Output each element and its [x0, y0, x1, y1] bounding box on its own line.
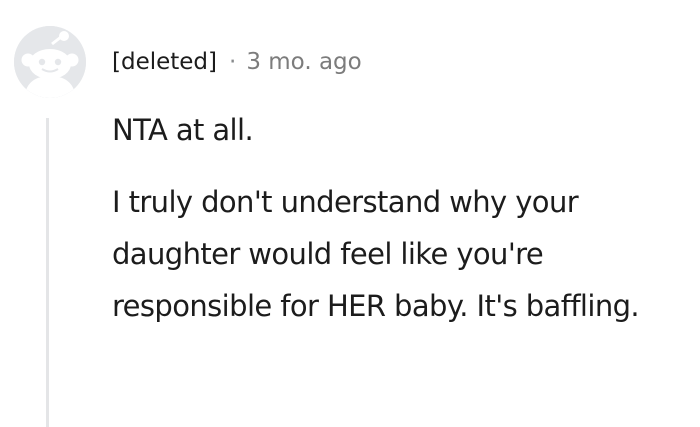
comment: [deleted] · 3 mo. ago NTA at all. I trul… — [0, 0, 700, 427]
avatar[interactable] — [14, 26, 86, 98]
meta-separator: · — [229, 49, 237, 75]
comment-body: NTA at all. I truly don't understand why… — [112, 104, 700, 332]
comment-paragraph: NTA at all. — [112, 113, 254, 147]
comment-paragraph: I truly don't understand why your daught… — [112, 185, 640, 323]
comment-author[interactable]: [deleted] — [112, 49, 217, 75]
thread-collapse-line[interactable] — [46, 118, 49, 427]
snoo-avatar-icon — [14, 26, 86, 98]
comment-meta: [deleted] · 3 mo. ago — [112, 44, 362, 80]
comment-timestamp[interactable]: 3 mo. ago — [246, 49, 361, 75]
